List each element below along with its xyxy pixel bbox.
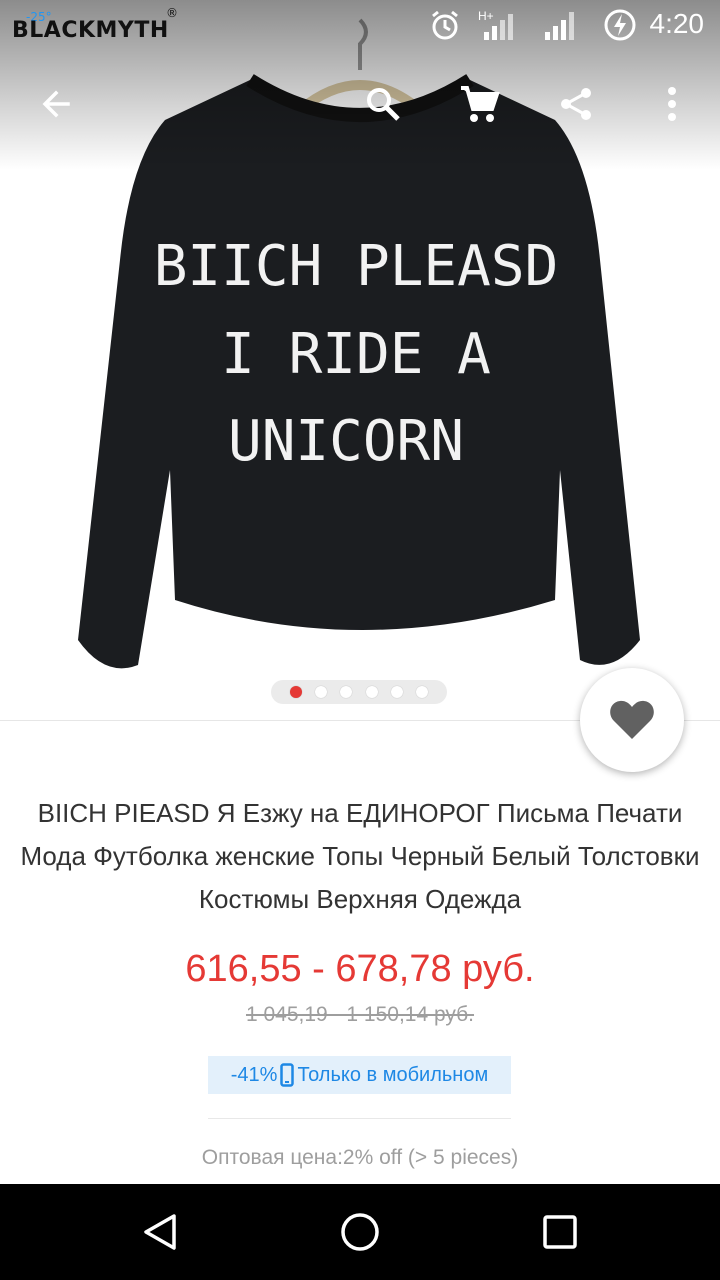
share-icon [561, 88, 591, 120]
status-bar: -25° BLACKMYTH ® H+ 4:20 [0, 0, 720, 50]
circle-home-icon [341, 1213, 379, 1251]
product-price: 616,55 - 678,78 руб. [185, 948, 535, 990]
search-icon [367, 88, 400, 121]
cart-icon [461, 86, 500, 122]
original-price: 1 045,19 - 1 150,14 руб. [245, 1003, 475, 1026]
battery-charging-icon [604, 9, 636, 41]
registered-mark: ® [166, 6, 178, 20]
heart-icon [610, 700, 654, 739]
pager-dot[interactable] [390, 686, 403, 698]
product-title: BIICH PIEASD Я Езжу на ЕДИНОРОГ Письма П… [20, 798, 700, 914]
system-navigation-bar [0, 1184, 720, 1280]
smartphone-icon [280, 1063, 295, 1087]
signal-h-plus-icon: H+ [478, 9, 513, 40]
add-to-wishlist-button[interactable] [580, 668, 684, 772]
image-pager-indicator[interactable] [271, 680, 447, 704]
more-vert-icon [668, 87, 676, 121]
pager-dot[interactable] [340, 686, 353, 698]
print-line-3: UNICORN [228, 409, 464, 474]
wholesale-price: Оптовая цена:2% off (> 5 pieces) [201, 1146, 519, 1169]
mobile-only-label: Только в мобильном [297, 1063, 489, 1086]
toolbar [0, 60, 720, 146]
more-options-button[interactable] [644, 76, 700, 132]
nav-home-button[interactable] [328, 1200, 392, 1264]
brand-watermark: BLACKMYTH [12, 18, 169, 43]
print-line-1: BIICH PLEASD [154, 234, 559, 299]
nav-recents-button[interactable] [528, 1200, 592, 1264]
search-button[interactable] [355, 76, 411, 132]
pager-dot[interactable] [290, 686, 303, 698]
share-button[interactable] [548, 76, 604, 132]
pager-dot[interactable] [315, 686, 328, 698]
mobile-discount-badge: -41% Только в мобильном [208, 1056, 511, 1094]
pager-dot[interactable] [415, 686, 428, 698]
network-type-text: H+ [478, 9, 494, 23]
alarm-icon [432, 10, 458, 40]
arrow-left-icon [42, 90, 70, 118]
nav-back-button[interactable] [128, 1200, 192, 1264]
signal-strength-icon [545, 12, 574, 40]
discount-percent: -41% [230, 1063, 278, 1086]
clock: 4:20 [649, 8, 705, 39]
cart-button[interactable] [451, 76, 507, 132]
divider [208, 1118, 511, 1119]
print-line-2: I RIDE A [221, 322, 491, 387]
triangle-back-icon [144, 1214, 176, 1250]
pager-dot[interactable] [365, 686, 378, 698]
square-recents-icon [543, 1215, 577, 1249]
back-button[interactable] [28, 76, 84, 132]
